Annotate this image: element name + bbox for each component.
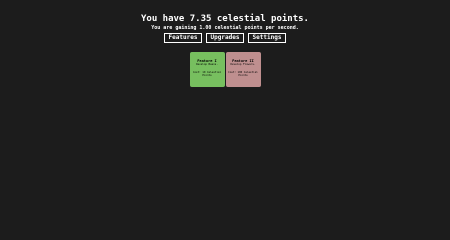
points-per-second-display: You are gaining 1.00 celestial points pe… bbox=[151, 25, 299, 31]
game-screen: You have 7.35 celestial points. You are … bbox=[0, 0, 450, 204]
tab-settings[interactable]: Settings bbox=[248, 33, 286, 43]
feature-card-1[interactable]: Feature I Develop Beans. Cost: 10 Celest… bbox=[189, 52, 225, 87]
feature-list: Feature I Develop Beans. Cost: 10 Celest… bbox=[0, 52, 450, 87]
feature-card-2[interactable]: Feature II Develop Flowers. Cost: 100 Ce… bbox=[225, 52, 261, 87]
main-tabs: Features Upgrades Settings bbox=[0, 33, 450, 43]
feature-card-description: Develop Beans. bbox=[196, 63, 218, 66]
feature-card-cost-unit: Points bbox=[238, 74, 248, 77]
feature-card-cost-unit: Points bbox=[202, 74, 212, 77]
tab-features[interactable]: Features bbox=[164, 33, 202, 43]
tab-upgrades[interactable]: Upgrades bbox=[206, 33, 244, 43]
celestial-points-display: You have 7.35 celestial points. bbox=[141, 14, 309, 24]
feature-card-cost: Cost: 10 Celestial Points bbox=[190, 71, 225, 77]
feature-card-cost: Cost: 100 Celestial Points bbox=[226, 71, 261, 77]
feature-card-description: Develop Flowers. bbox=[230, 63, 256, 66]
